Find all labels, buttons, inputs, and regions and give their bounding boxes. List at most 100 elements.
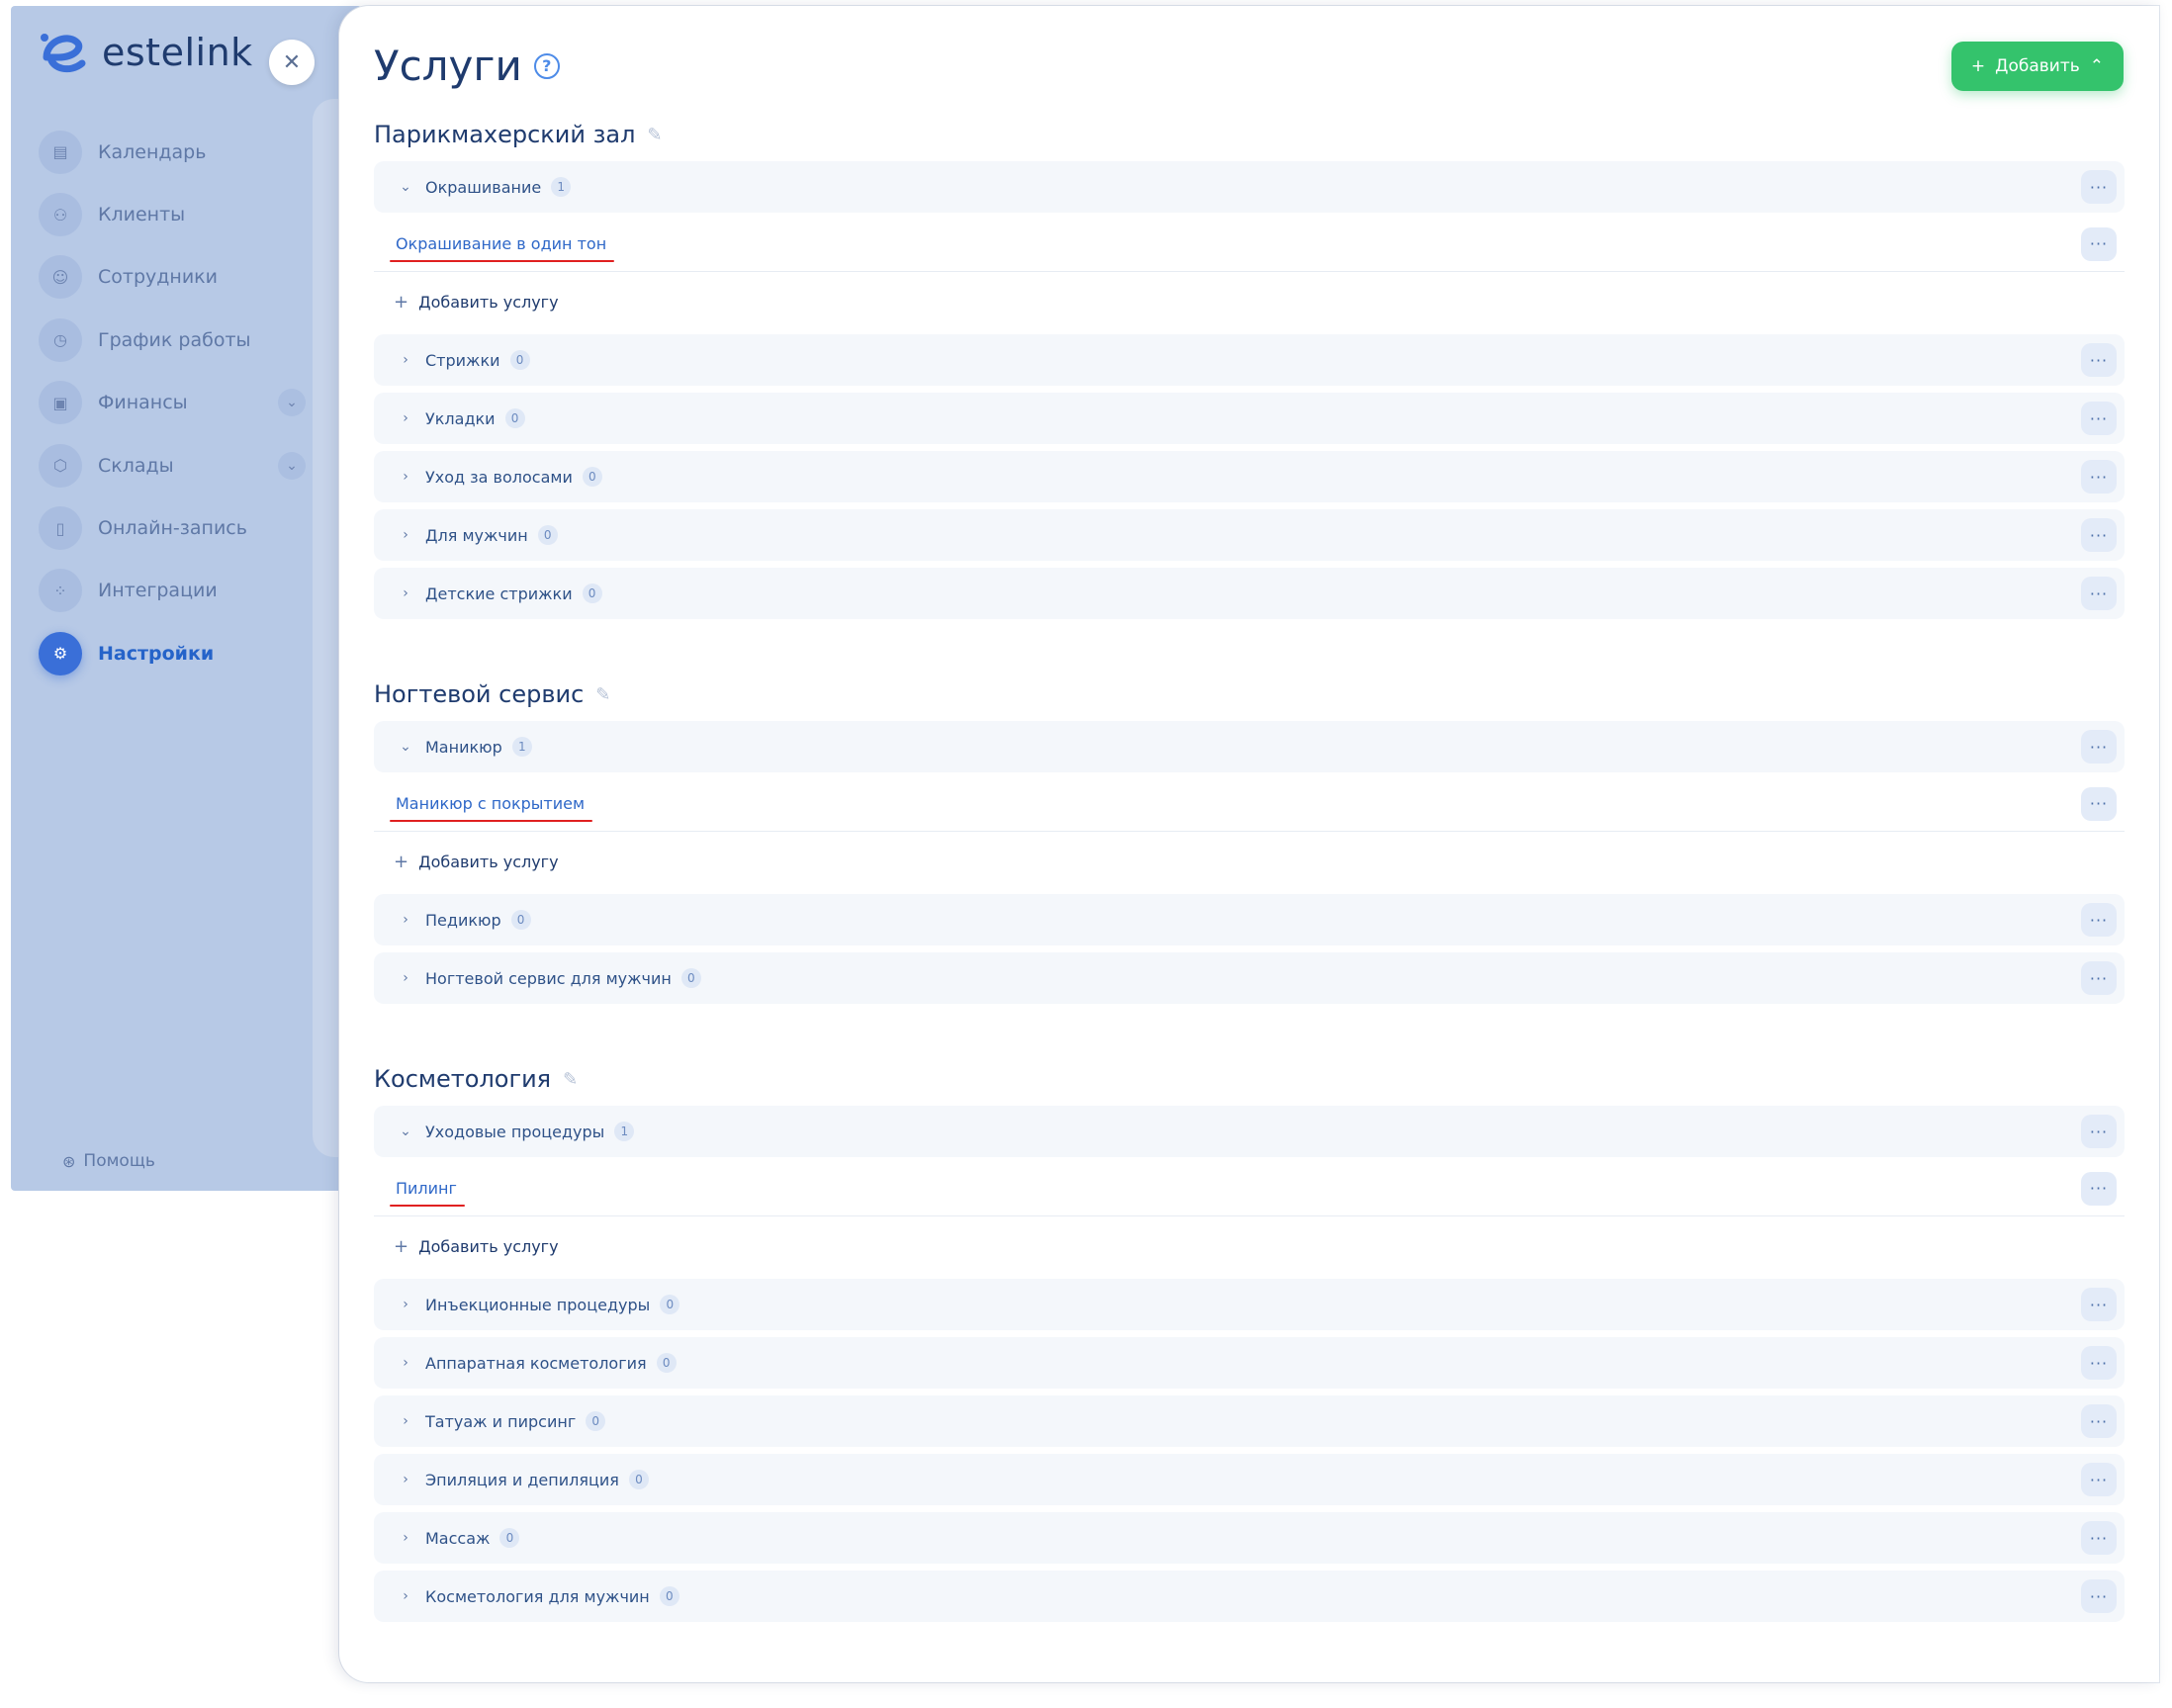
count-badge: 0: [582, 467, 602, 487]
add-service-row[interactable]: + Добавить услугу: [374, 1220, 2125, 1272]
more-icon[interactable]: ···: [2081, 1346, 2117, 1380]
highlight-underline: [390, 819, 593, 822]
sidebar-item-calendar[interactable]: ▤ Календарь: [39, 121, 306, 183]
chevron-right-icon[interactable]: ›: [396, 1588, 415, 1604]
more-icon[interactable]: ···: [2081, 460, 2117, 494]
chevron-right-icon[interactable]: ›: [396, 352, 415, 368]
category-row[interactable]: ⌄ Уходовые процедуры 1 ···: [374, 1106, 2125, 1157]
more-icon[interactable]: ···: [2081, 961, 2117, 995]
services-panel: Услуги ? + Добавить ⌃ Парикмахерский зал…: [339, 6, 2159, 1682]
service-row[interactable]: Маникюр с покрытием ···: [374, 776, 2125, 832]
more-icon[interactable]: ···: [2081, 226, 2117, 261]
chevron-right-icon[interactable]: ›: [396, 410, 415, 426]
chevron-right-icon[interactable]: ›: [396, 585, 415, 601]
chevron-down-icon[interactable]: ⌄: [396, 739, 415, 755]
chevron-right-icon[interactable]: ›: [396, 527, 415, 543]
chevron-down-icon[interactable]: ⌄: [278, 451, 306, 480]
plus-icon: +: [394, 1235, 409, 1257]
chevron-down-icon[interactable]: ⌄: [278, 389, 306, 417]
more-icon[interactable]: ···: [2081, 786, 2117, 821]
service-link[interactable]: Окрашивание в один тон: [390, 234, 615, 262]
chevron-right-icon[interactable]: ›: [396, 1530, 415, 1546]
category-row[interactable]: › Стрижки 0 ···: [374, 334, 2125, 386]
chevron-right-icon[interactable]: ›: [396, 1355, 415, 1371]
add-button[interactable]: + Добавить ⌃: [1950, 42, 2124, 91]
more-icon[interactable]: ···: [2081, 1579, 2117, 1613]
sidebar-item-warehouses[interactable]: ⬡ Склады ⌄: [39, 434, 306, 496]
help-label: Помощь: [83, 1151, 155, 1171]
category-row[interactable]: › Для мужчин 0 ···: [374, 509, 2125, 561]
service-row[interactable]: Окрашивание в один тон ···: [374, 217, 2125, 272]
more-icon[interactable]: ···: [2081, 577, 2117, 610]
brand-logo[interactable]: estelink: [39, 28, 253, 77]
more-icon[interactable]: ···: [2081, 1288, 2117, 1321]
category-row[interactable]: › Эпиляция и депиляция 0 ···: [374, 1454, 2125, 1505]
page-title: Услуги ?: [374, 42, 560, 90]
help-question-icon[interactable]: ?: [533, 52, 560, 79]
category-label: Косметология для мужчин: [425, 1586, 650, 1606]
service-row[interactable]: Пилинг ···: [374, 1161, 2125, 1216]
category-row[interactable]: › Аппаратная косметология 0 ···: [374, 1337, 2125, 1389]
chevron-right-icon[interactable]: ›: [396, 970, 415, 986]
section-title: Парикмахерский зал ✎: [374, 115, 2125, 154]
category-label: Ногтевой сервис для мужчин: [425, 968, 672, 988]
category-label: Укладки: [425, 408, 496, 428]
pencil-icon[interactable]: ✎: [563, 1069, 578, 1090]
category-row[interactable]: › Косметология для мужчин 0 ···: [374, 1571, 2125, 1622]
category-row[interactable]: › Массаж 0 ···: [374, 1512, 2125, 1564]
add-service-row[interactable]: + Добавить услугу: [374, 836, 2125, 887]
category-row[interactable]: › Детские стрижки 0 ···: [374, 568, 2125, 619]
category-label: Татуаж и пирсинг: [425, 1411, 577, 1431]
category-row[interactable]: ⌄ Окрашивание 1 ···: [374, 161, 2125, 213]
count-badge: 0: [537, 525, 558, 545]
sidebar-item-online-booking[interactable]: ▯ Онлайн-запись: [39, 496, 306, 559]
chevron-down-icon[interactable]: ⌄: [396, 1124, 415, 1139]
chevron-right-icon[interactable]: ›: [396, 1472, 415, 1487]
category-row[interactable]: › Татуаж и пирсинг 0 ···: [374, 1395, 2125, 1447]
sidebar: estelink ▤ Календарь ⚇ Клиенты ☺ Сотрудн…: [11, 6, 362, 1191]
more-icon[interactable]: ···: [2081, 1404, 2117, 1438]
category-row[interactable]: ⌄ Маникюр 1 ···: [374, 721, 2125, 772]
sidebar-item-integrations[interactable]: ⁘ Интеграции: [39, 560, 306, 622]
page-title-text: Услуги: [374, 42, 522, 90]
sidebar-item-employees[interactable]: ☺ Сотрудники: [39, 246, 306, 309]
category-row[interactable]: › Педикюр 0 ···: [374, 894, 2125, 945]
category-row[interactable]: › Инъекционные процедуры 0 ···: [374, 1279, 2125, 1330]
chevron-right-icon[interactable]: ›: [396, 912, 415, 928]
chevron-right-icon[interactable]: ›: [396, 1297, 415, 1312]
sidebar-item-clients[interactable]: ⚇ Клиенты: [39, 183, 306, 245]
employee-icon: ☺: [39, 255, 82, 300]
chevron-right-icon[interactable]: ›: [396, 469, 415, 485]
more-icon[interactable]: ···: [2081, 518, 2117, 552]
help-link[interactable]: ⊛ Помощь: [62, 1151, 155, 1171]
service-link[interactable]: Маникюр с покрытием: [390, 794, 593, 822]
add-service-label: Добавить услугу: [418, 292, 559, 312]
more-icon[interactable]: ···: [2081, 1171, 2117, 1206]
sidebar-item-schedule[interactable]: ◷ График работы: [39, 309, 306, 371]
more-icon[interactable]: ···: [2081, 730, 2117, 764]
sidebar-item-settings[interactable]: ⚙ Настройки: [39, 622, 306, 684]
more-icon[interactable]: ···: [2081, 1463, 2117, 1496]
category-row[interactable]: › Уход за волосами 0 ···: [374, 451, 2125, 502]
sidebar-item-finance[interactable]: ▣ Финансы ⌄: [39, 372, 306, 434]
count-badge: 0: [656, 1353, 677, 1373]
category-row[interactable]: › Укладки 0 ···: [374, 393, 2125, 444]
pencil-icon[interactable]: ✎: [647, 125, 662, 145]
chevron-up-icon: ⌃: [2089, 56, 2104, 76]
more-icon[interactable]: ···: [2081, 343, 2117, 377]
more-icon[interactable]: ···: [2081, 170, 2117, 204]
service-label: Пилинг: [396, 1179, 457, 1198]
service-link[interactable]: Пилинг: [390, 1179, 465, 1207]
count-badge: 0: [628, 1470, 649, 1489]
category-row[interactable]: › Ногтевой сервис для мужчин 0 ···: [374, 952, 2125, 1004]
add-service-row[interactable]: + Добавить услугу: [374, 276, 2125, 327]
pencil-icon[interactable]: ✎: [595, 684, 610, 705]
chevron-right-icon[interactable]: ›: [396, 1413, 415, 1429]
close-button[interactable]: ✕: [269, 40, 315, 85]
chevron-down-icon[interactable]: ⌄: [396, 179, 415, 195]
more-icon[interactable]: ···: [2081, 1521, 2117, 1555]
more-icon[interactable]: ···: [2081, 402, 2117, 435]
online-booking-icon: ▯: [39, 506, 82, 551]
more-icon[interactable]: ···: [2081, 1115, 2117, 1148]
more-icon[interactable]: ···: [2081, 903, 2117, 937]
